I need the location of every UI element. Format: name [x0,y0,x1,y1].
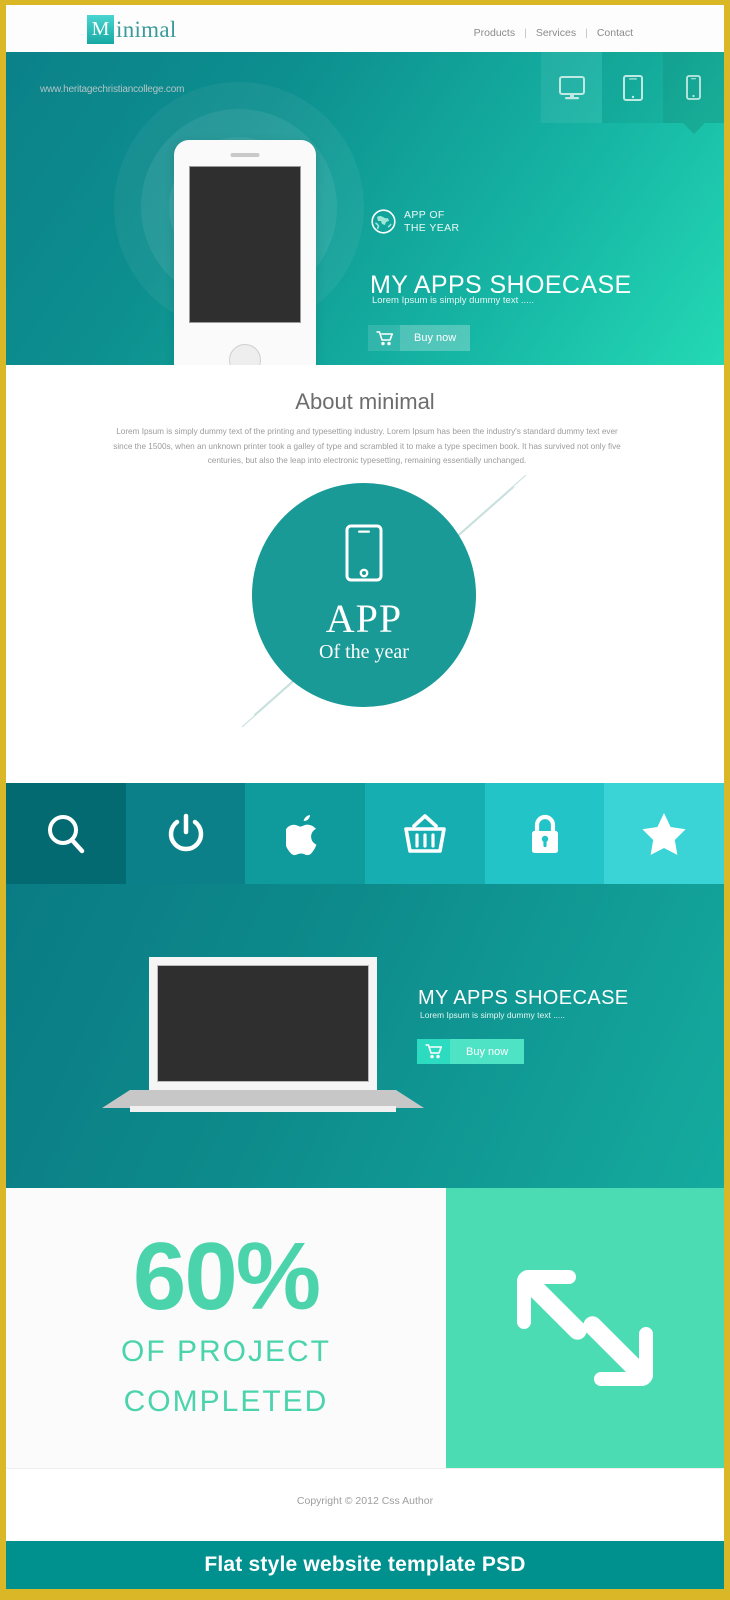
lock-icon [531,814,558,853]
badge-subtitle: Of the year [319,641,409,663]
progress-percent: 60% [132,1223,321,1330]
about-body-text: Lorem Ipsum is simply dummy text of the … [113,427,621,465]
progress-label-line2: COMPLETED [123,1385,329,1418]
about-title: About minimal [295,389,435,414]
template-canvas: M inimal Products | Services | Contact A… [6,5,724,1589]
hero-buy-now-label: Buy now [400,325,471,351]
device-tab-desktop[interactable] [541,52,602,123]
logo-text: inimal [116,16,177,42]
phone-mockup [174,140,316,365]
apple-icon [286,814,317,855]
icon-cell-apple[interactable] [245,783,366,884]
icon-cell-power[interactable] [125,783,246,884]
copyright-text: Copyright © 2012 Css Author [296,1495,434,1507]
award-line-1: APP OF [404,209,445,221]
resize-panel [446,1188,724,1468]
phone-screen [189,166,301,323]
icon-cell-lock[interactable] [484,783,605,884]
search-icon [47,814,85,853]
nav-item-services[interactable]: Services [527,27,585,39]
laptop-subtitle: Lorem Ipsum is simply dummy text ..... [420,1010,566,1020]
device-tab-tablet[interactable] [602,52,663,123]
cart-icon [417,1039,450,1064]
hero-section: APP OF THE YEAR MY APPS SHOECASE Lorem I… [6,52,724,365]
main-navigation: Products | Services | Contact [465,27,642,39]
site-logo[interactable]: M inimal [87,15,177,44]
stats-section: 60% OF PROJECT COMPLETED [6,1188,724,1468]
mobile-icon [345,524,383,582]
device-tab-mobile[interactable] [663,52,724,123]
laptop-mockup [149,957,377,1090]
award-badge: APP OF THE YEAR [371,209,460,234]
psd-banner-text: Flat style website template PSD [204,1553,526,1576]
desktop-icon [558,75,585,99]
hero-buy-now-button[interactable]: Buy now [368,325,471,351]
resize-arrows-icon [517,1270,653,1386]
laptop-buy-now-button[interactable]: Buy now [417,1039,525,1064]
watermark-text: www.heritagechristiancollege.com [40,84,185,95]
laptop-screen [157,965,369,1082]
award-text: APP OF THE YEAR [404,209,460,234]
psd-banner: Flat style website template PSD [6,1541,724,1589]
cart-icon [368,325,400,351]
icon-cell-search[interactable] [6,783,126,884]
hero-subtitle: Lorem Ipsum is simply dummy text ..... [372,295,535,306]
about-section: About minimal Lorem Ipsum is simply dumm… [6,365,724,783]
nav-item-products[interactable]: Products [465,27,524,39]
badge-title: APP [325,596,403,641]
app-of-the-year-badge: APP Of the year [252,483,476,707]
power-icon [168,813,203,851]
phone-speaker [230,153,260,157]
site-footer: Copyright © 2012 Css Author [6,1468,724,1541]
laptop-title: MY APPS SHOECASE [418,987,629,1009]
laptop-showcase-section [6,884,724,1188]
feature-icon-bar [6,783,724,884]
icon-cell-basket[interactable] [365,783,485,884]
device-preview-tabs [541,52,724,123]
mobile-icon [686,75,701,100]
laptop-lip [130,1106,396,1112]
tablet-icon [622,74,643,101]
award-line-2: THE YEAR [404,221,460,234]
icon-cell-star[interactable] [604,783,724,884]
star-icon [642,812,686,855]
phone-home-button [229,344,261,365]
nav-item-contact[interactable]: Contact [588,27,642,39]
basket-icon [404,813,446,853]
site-header: M inimal Products | Services | Contact [6,5,724,52]
globe-icon [371,209,396,234]
laptop-buy-now-label: Buy now [450,1039,525,1064]
logo-mark: M [87,15,114,44]
progress-label-line1: OF PROJECT [120,1335,331,1368]
page-root: M inimal Products | Services | Contact A… [0,0,730,1600]
app-badge-wrapper: APP Of the year [6,475,724,735]
